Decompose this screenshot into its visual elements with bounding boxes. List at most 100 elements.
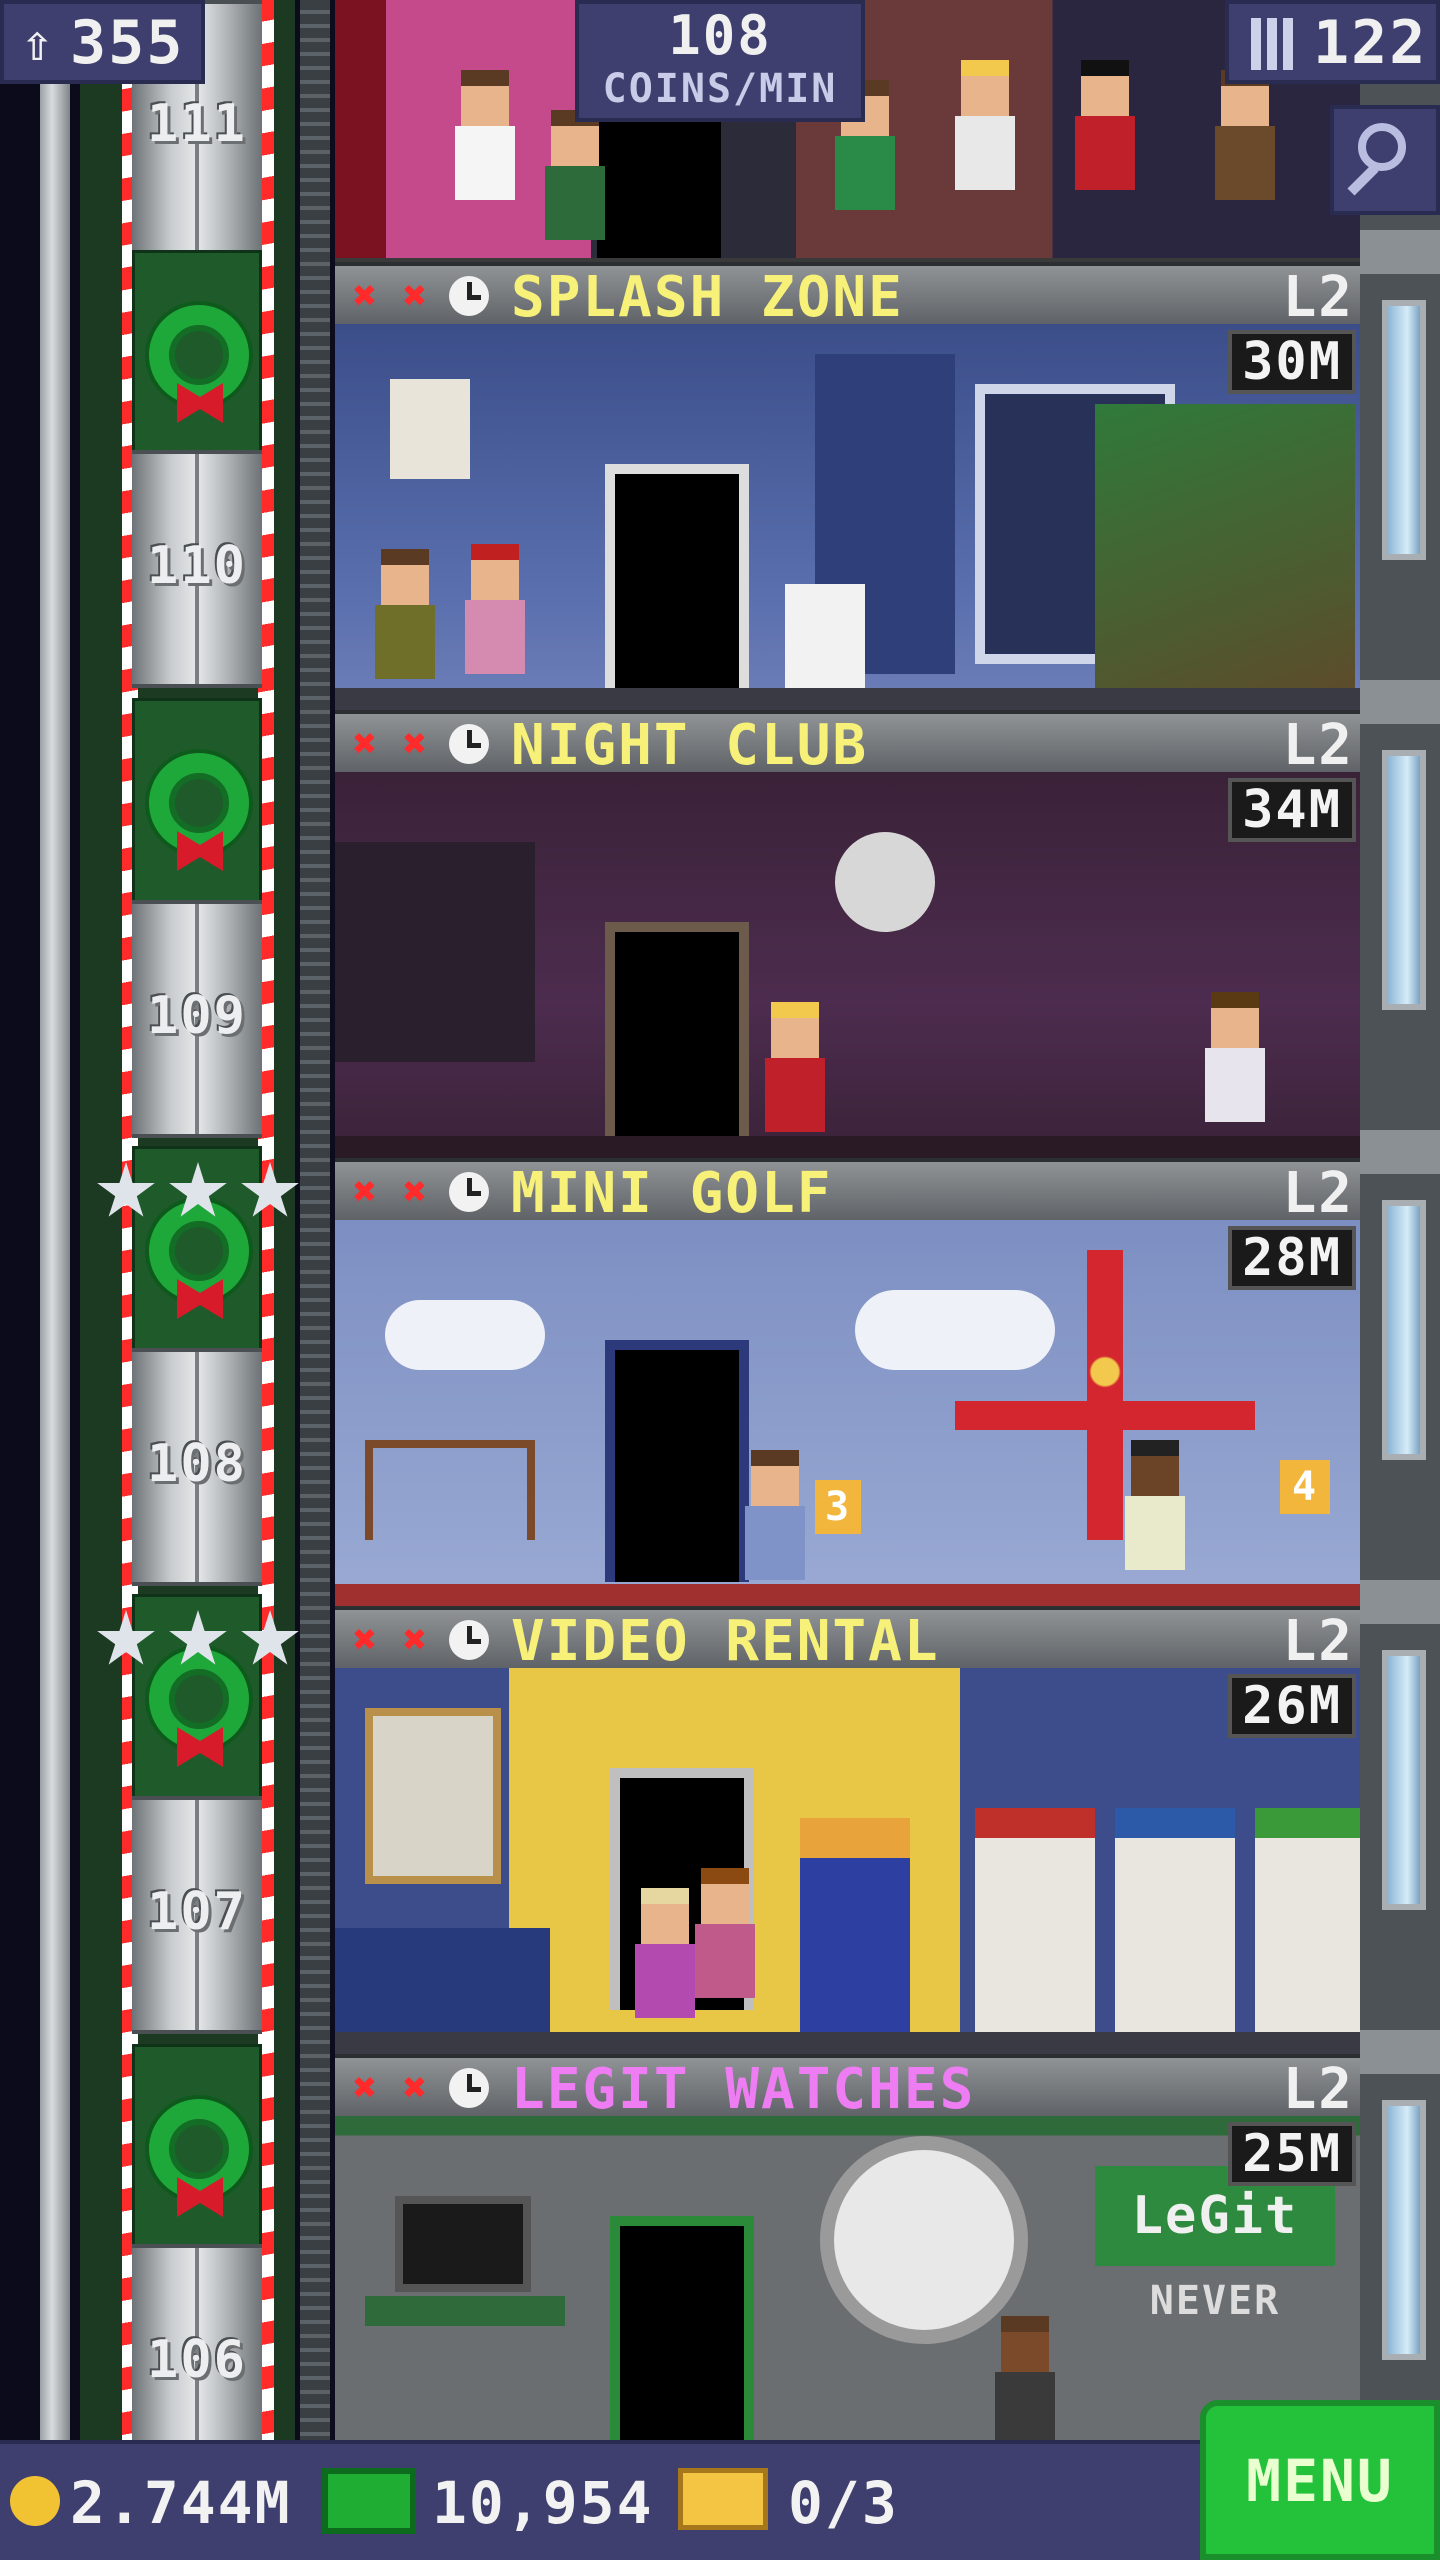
bitizen[interactable] (1215, 70, 1275, 200)
close-icon[interactable]: ✖ (395, 724, 435, 764)
coins-value: 2.744M (70, 2469, 292, 2537)
bitizen[interactable] (465, 544, 525, 674)
coin-rate-value: 108 (668, 4, 772, 67)
floor-count-value: 122 (1313, 8, 1428, 78)
bitizen[interactable] (765, 1002, 825, 1132)
bitizen[interactable] (635, 1888, 695, 2018)
counter (335, 1928, 550, 2048)
floor-video-rental[interactable]: ✖ ✖ VIDEO RENTAL L2 26M (335, 1606, 1360, 2054)
close-icon[interactable]: ✖ (395, 1620, 435, 1660)
tickets-value: 0/3 (788, 2469, 899, 2537)
shaft-floor-109: 109 (132, 900, 262, 1138)
close-icon[interactable]: ✖ (345, 724, 385, 764)
edge-band (1360, 1130, 1440, 1174)
close-icon[interactable]: ✖ (345, 2068, 385, 2108)
star-icon (97, 1162, 155, 1217)
room-level: L2 (1282, 265, 1354, 330)
close-icon[interactable]: ✖ (345, 276, 385, 316)
vip-ticket-icon[interactable] (678, 2468, 768, 2530)
floor-header: ✖ ✖ LEGIT WATCHES L2 (335, 2054, 1360, 2124)
room-level: L2 (1282, 713, 1354, 778)
bux-icon[interactable] (322, 2468, 416, 2534)
shaft-floor-108: 108 (132, 1348, 262, 1586)
clock-icon[interactable] (449, 724, 489, 764)
close-icon[interactable]: ✖ (345, 1620, 385, 1660)
room-interior[interactable]: LeGit NEVER 25M (335, 2116, 1360, 2440)
room-interior[interactable]: 3 4 28M (335, 1220, 1360, 1606)
bitizen[interactable] (1075, 60, 1135, 190)
floor-counter[interactable]: 122 (1225, 0, 1440, 84)
bitizen[interactable] (695, 1868, 755, 1998)
star-icon (241, 1162, 299, 1217)
floor-strip (335, 2032, 1360, 2054)
palm-slide (1095, 404, 1355, 704)
search-button[interactable] (1330, 105, 1440, 215)
bitizen[interactable] (1125, 1440, 1185, 1570)
room-interior[interactable]: 30M (335, 324, 1360, 710)
star-icon (169, 1162, 227, 1217)
bitizen[interactable] (455, 70, 515, 200)
elevator-shaft[interactable]: 111 110 109 108 107 106 (0, 0, 330, 2448)
room-name: NIGHT CLUB (511, 713, 869, 778)
wreath-icon (149, 2099, 249, 2199)
floor-number: 107 (147, 1882, 247, 1942)
bitizen[interactable] (995, 2316, 1055, 2440)
room-name: VIDEO RENTAL (511, 1609, 940, 1674)
earnings-badge: 34M (1228, 778, 1356, 842)
clock-icon[interactable] (449, 2068, 489, 2108)
legit-slogan: NEVER (1149, 2278, 1281, 2324)
room-interior[interactable]: 34M (335, 772, 1360, 1158)
floor-splash-zone[interactable]: ✖ ✖ SPLASH ZONE L2 30M (335, 262, 1360, 710)
close-icon[interactable]: ✖ (395, 276, 435, 316)
bitizen[interactable] (955, 60, 1015, 190)
bitizen[interactable] (375, 549, 435, 679)
poster (390, 379, 470, 479)
population-value: 355 (70, 8, 185, 78)
floor-mini-golf[interactable]: ✖ ✖ MINI GOLF L2 3 4 28M (335, 1158, 1360, 1606)
floor-header: ✖ ✖ MINI GOLF L2 (335, 1158, 1360, 1228)
menu-button[interactable]: MENU (1200, 2400, 1440, 2560)
window (1382, 750, 1426, 1010)
star-icon (97, 1610, 155, 1665)
magnifier-handle (1347, 164, 1379, 196)
earnings-badge: 25M (1228, 2122, 1356, 2186)
shelf (975, 1808, 1095, 2054)
room-level: L2 (1282, 1161, 1354, 1226)
floor-number: 108 (147, 1434, 247, 1494)
earnings-badge: 30M (1228, 330, 1356, 394)
clock-sign-icon (820, 2136, 1028, 2344)
shelf (1115, 1808, 1235, 2054)
door (597, 120, 721, 258)
tv-screen (395, 2196, 531, 2292)
floor-strip (335, 688, 1360, 710)
door (605, 464, 749, 706)
bitizen[interactable] (1205, 992, 1265, 1122)
cloud (385, 1300, 545, 1370)
window (1382, 1200, 1426, 1460)
floor-night-club[interactable]: ✖ ✖ NIGHT CLUB L2 34M (335, 710, 1360, 1158)
club-rack (365, 1440, 535, 1540)
bux-value: 10,954 (432, 2469, 654, 2537)
door (605, 922, 749, 1158)
shaft-rail (300, 0, 330, 2440)
floor-strip (335, 1584, 1360, 1606)
floor-legit-watches[interactable]: ✖ ✖ LEGIT WATCHES L2 LeGit NEVER 25M (335, 2054, 1360, 2440)
room-name: MINI GOLF (511, 1161, 833, 1226)
coin-icon (10, 2476, 60, 2526)
earnings-badge: 26M (1228, 1674, 1356, 1738)
clock-icon[interactable] (449, 1620, 489, 1660)
close-icon[interactable]: ✖ (395, 2068, 435, 2108)
beach-chair (785, 584, 865, 694)
close-icon[interactable]: ✖ (395, 1172, 435, 1212)
clock-icon[interactable] (449, 276, 489, 316)
room-level: L2 (1282, 2057, 1354, 2122)
clock-icon[interactable] (449, 1172, 489, 1212)
close-icon[interactable]: ✖ (345, 1172, 385, 1212)
bitizen[interactable] (745, 1450, 805, 1580)
bitizen[interactable] (545, 110, 605, 240)
room-interior[interactable]: 26M (335, 1668, 1360, 2054)
room-name: LEGIT WATCHES (511, 2057, 976, 2122)
population-counter[interactable]: ⇧ 355 (0, 0, 205, 84)
disco-ball (835, 832, 935, 932)
arcade-machine (800, 1818, 910, 2054)
